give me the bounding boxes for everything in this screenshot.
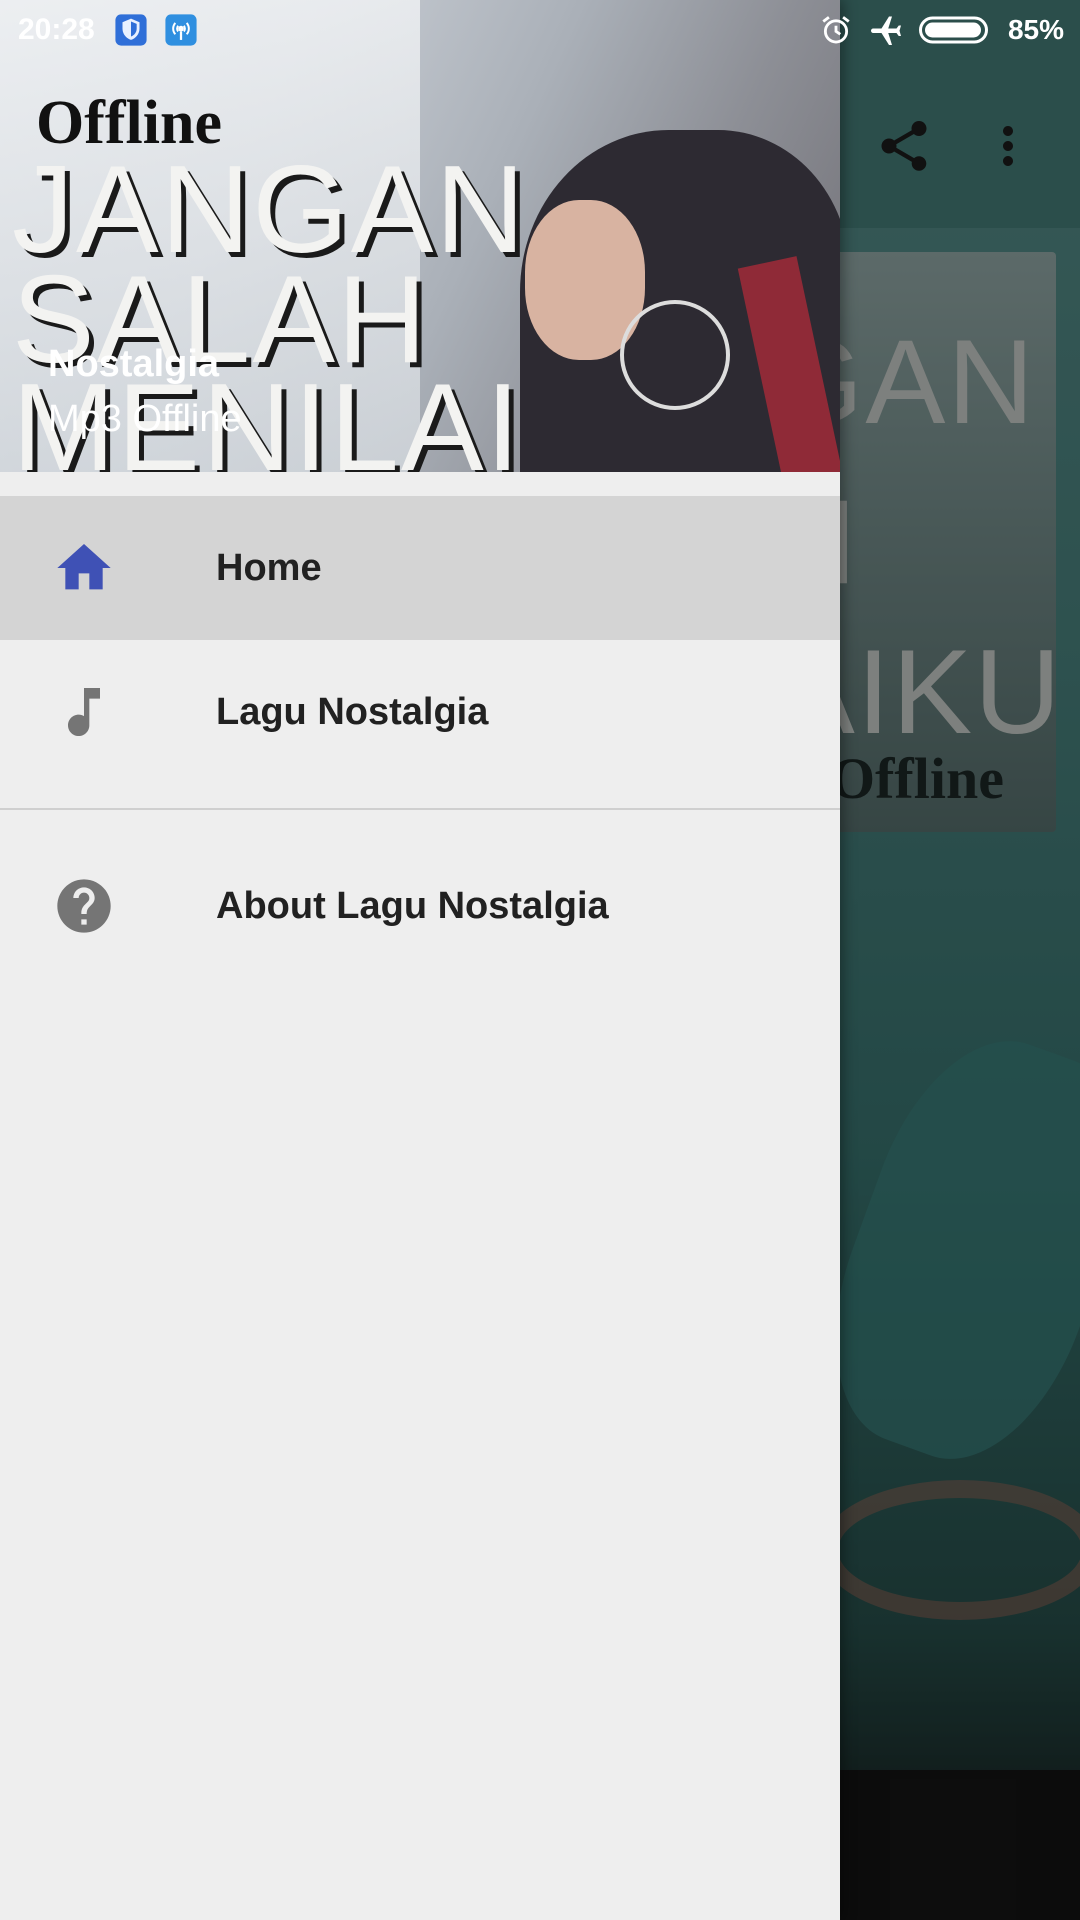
menu-item-label: Lagu Nostalgia: [216, 690, 489, 733]
menu-item-label: About Lagu Nostalgia: [216, 884, 609, 927]
menu-item-home[interactable]: Home: [0, 496, 840, 640]
battery-percent: 85%: [1007, 14, 1064, 45]
battery-icon: [918, 12, 994, 48]
navigation-drawer: Offline JANGAN SALAH MENILAI Nostalgia M…: [0, 0, 840, 1920]
home-icon: [52, 536, 116, 600]
drawer-header: Offline JANGAN SALAH MENILAI Nostalgia M…: [0, 0, 840, 472]
drawer-app-subtitle: Mp3 Offline: [48, 398, 242, 440]
drawer-menu: Home Lagu Nostalgia About Lagu Nostalgia: [0, 496, 840, 978]
shield-icon: [113, 12, 149, 48]
hotspot-icon: [163, 12, 199, 48]
menu-item-label: Home: [216, 546, 322, 589]
menu-item-lagu-nostalgia[interactable]: Lagu Nostalgia: [0, 640, 840, 784]
airplane-icon: [868, 12, 904, 48]
header-image-earring: [620, 300, 730, 410]
alarm-icon: [818, 12, 854, 48]
menu-divider: [0, 808, 840, 810]
music-note-icon: [52, 680, 116, 744]
status-bar: 20:28 85%: [0, 0, 1080, 60]
help-icon: [52, 874, 116, 938]
status-time: 20:28: [18, 13, 95, 46]
menu-item-about[interactable]: About Lagu Nostalgia: [0, 834, 840, 978]
drawer-app-name: Nostalgia: [48, 343, 220, 385]
